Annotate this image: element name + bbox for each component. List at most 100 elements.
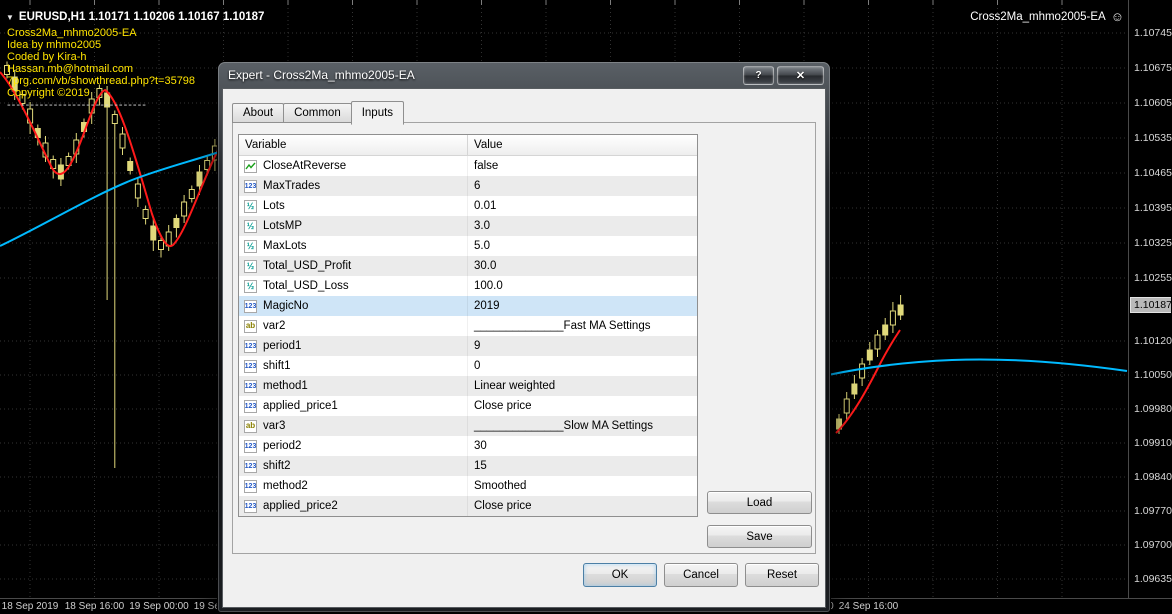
price-label: 1.10120 (1134, 335, 1172, 347)
price-label: 1.10395 (1134, 202, 1172, 214)
mt4-chart-window: ▼ EURUSD,H1 1.10171 1.10206 1.10167 1.10… (0, 0, 1172, 614)
string-type-icon: ab (244, 319, 257, 333)
param-name: shift1 (263, 360, 291, 372)
tab-about[interactable]: About (232, 103, 285, 123)
double-type-icon: ½ (244, 199, 257, 213)
table-row[interactable]: 123 shift1 0 (239, 356, 697, 376)
param-value[interactable]: Close price (468, 396, 697, 416)
param-name: method2 (263, 480, 308, 492)
help-button[interactable]: ? (743, 65, 774, 85)
param-name: period1 (263, 340, 302, 352)
param-value[interactable]: 5.0 (468, 236, 697, 256)
table-row[interactable]: 123 applied_price1 Close price (239, 396, 697, 416)
table-header: Variable Value (239, 135, 697, 156)
param-value[interactable]: false (468, 156, 697, 176)
bool-type-icon (244, 159, 257, 173)
param-name: LotsMP (263, 220, 302, 232)
symbol-dropdown-icon[interactable]: ▼ (6, 13, 14, 22)
param-value[interactable]: 0 (468, 356, 697, 376)
param-name: method1 (263, 380, 308, 392)
param-name: MaxLots (263, 240, 307, 252)
dialog-titlebar[interactable]: Expert - Cross2Ma_mhmo2005-EA ? ✕ (218, 62, 830, 88)
save-button[interactable]: Save (707, 525, 812, 548)
price-axis[interactable]: 1.10187 1.10745 1.10675 1.10605 1.10535 1.10… (1128, 0, 1172, 598)
price-label: 1.09980 (1134, 403, 1172, 415)
time-label: 18 Sep 16:00 (64, 601, 125, 612)
param-name: Total_USD_Profit (263, 260, 352, 272)
int-type-icon: 123 (244, 339, 257, 353)
param-value[interactable]: 0.01 (468, 196, 697, 216)
ea-smiley-icon[interactable]: ☺ (1111, 10, 1124, 23)
param-value[interactable]: 6 (468, 176, 697, 196)
column-header-value[interactable]: Value (468, 135, 509, 155)
table-row[interactable]: ½ MaxLots 5.0 (239, 236, 697, 256)
param-name: MagicNo (263, 300, 309, 312)
param-value[interactable]: ______________Slow MA Settings (468, 416, 697, 436)
table-row[interactable]: ab var2 ______________Fast MA Settings (239, 316, 697, 336)
param-value[interactable]: 100.0 (468, 276, 697, 296)
param-value[interactable]: Close price (468, 496, 697, 516)
param-name: applied_price2 (263, 500, 338, 512)
time-label: 24 Sep 16:00 (838, 601, 899, 612)
time-label: 19 Sep 00:00 (129, 601, 189, 612)
param-value[interactable]: ______________Fast MA Settings (468, 316, 697, 336)
table-row[interactable]: 123 method2 Smoothed (239, 476, 697, 496)
price-label: 1.10465 (1134, 167, 1172, 179)
tab-inputs[interactable]: Inputs (350, 101, 405, 125)
dialog-tabs: About Common Inputs (232, 101, 405, 127)
int-type-icon: 123 (244, 399, 257, 413)
param-value[interactable]: Smoothed (468, 476, 697, 496)
table-row[interactable]: 123 MaxTrades 6 (239, 176, 697, 196)
table-row[interactable]: 123 MagicNo 2019 (239, 296, 697, 316)
param-value[interactable]: 2019 (468, 296, 697, 316)
price-label: 1.09770 (1134, 505, 1172, 517)
table-row[interactable]: CloseAtReverse false (239, 156, 697, 176)
param-value[interactable]: 30.0 (468, 256, 697, 276)
param-name: applied_price1 (263, 400, 338, 412)
int-type-icon: 123 (244, 459, 257, 473)
param-value[interactable]: Linear weighted (468, 376, 697, 396)
dialog-title: Expert - Cross2Ma_mhmo2005-EA (228, 68, 415, 82)
param-value[interactable]: 9 (468, 336, 697, 356)
table-row[interactable]: 123 period2 30 (239, 436, 697, 456)
table-row[interactable]: ab var3 ______________Slow MA Settings (239, 416, 697, 436)
chart-watermark: Cross2Ma_mhmo2005-EA Idea by mhmo2005 Code… (7, 27, 195, 111)
table-row[interactable]: ½ Total_USD_Loss 100.0 (239, 276, 697, 296)
table-row[interactable]: 123 applied_price2 Close price (239, 496, 697, 516)
param-value[interactable]: 3.0 (468, 216, 697, 236)
watermark-line: Copyright ©2019 (7, 87, 90, 99)
ohlc-text: EURUSD,H1 1.10171 1.10206 1.10167 1.1018… (18, 11, 265, 23)
table-row[interactable]: 123 method1 Linear weighted (239, 376, 697, 396)
watermark-line: Coded by Kira-h (7, 51, 87, 63)
watermark-line: Idea by mhmo2005 (7, 39, 102, 51)
int-type-icon: 123 (244, 499, 257, 513)
double-type-icon: ½ (244, 279, 257, 293)
price-label: 1.10745 (1134, 27, 1172, 39)
param-name: MaxTrades (263, 180, 321, 192)
price-label: 1.09635 (1134, 573, 1172, 585)
param-value[interactable]: 15 (468, 456, 697, 476)
load-button[interactable]: Load (707, 491, 812, 514)
table-row[interactable]: 123 period1 9 (239, 336, 697, 356)
column-header-variable[interactable]: Variable (239, 135, 468, 155)
inputs-table: Variable Value CloseAtReverse false 123 … (238, 134, 698, 517)
price-label: 1.09840 (1134, 471, 1172, 483)
tab-common[interactable]: Common (283, 103, 352, 123)
price-label: 1.10605 (1134, 97, 1172, 109)
ok-button[interactable]: OK (583, 563, 657, 587)
int-type-icon: 123 (244, 179, 257, 193)
double-type-icon: ½ (244, 219, 257, 233)
time-label: 18 Sep 2019 (1, 601, 59, 612)
param-name: Total_USD_Loss (263, 280, 349, 292)
price-label: 1.10050 (1134, 369, 1172, 381)
table-row[interactable]: 123 shift2 15 (239, 456, 697, 476)
close-button[interactable]: ✕ (777, 65, 824, 85)
table-row[interactable]: ½ Lots 0.01 (239, 196, 697, 216)
param-value[interactable]: 30 (468, 436, 697, 456)
table-row[interactable]: ½ Total_USD_Profit 30.0 (239, 256, 697, 276)
cancel-button[interactable]: Cancel (664, 563, 738, 587)
ea-badge: Cross2Ma_mhmo2005-EA ☺ (970, 10, 1124, 23)
watermark-line: ------------------------------ (7, 99, 147, 111)
reset-button[interactable]: Reset (745, 563, 819, 587)
table-row[interactable]: ½ LotsMP 3.0 (239, 216, 697, 236)
